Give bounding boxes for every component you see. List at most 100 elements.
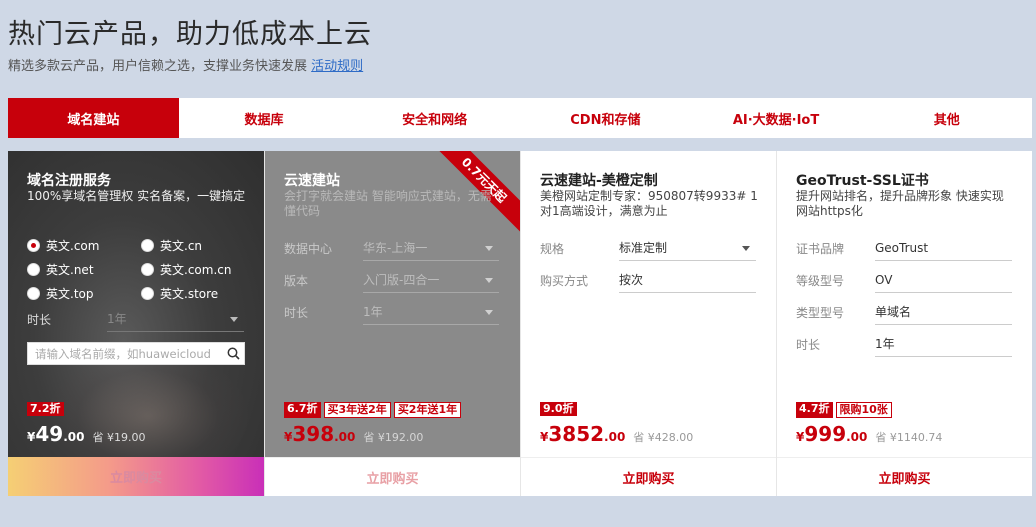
promo-badge: 买3年送2年 — [323, 402, 391, 418]
price-integer: 3852 — [548, 422, 605, 446]
card-desc: 100%享域名管理权 实名备案，一键搞定 — [27, 189, 246, 203]
chevron-down-icon — [230, 317, 238, 322]
price: ¥ 49 .00 省 ¥19.00 — [27, 422, 145, 446]
select-value: 1年 — [363, 305, 383, 319]
radio-label: .top — [70, 286, 94, 301]
tab-ai-bigdata-iot[interactable]: AI·大数据·IoT — [691, 98, 862, 138]
select-value: GeoTrust — [875, 240, 929, 255]
field-label: 时长 — [284, 305, 309, 320]
price-integer: 49 — [35, 422, 64, 446]
radio-label: .com — [70, 238, 100, 253]
purchase-method-field[interactable]: 按次 — [619, 267, 756, 293]
select-value: 按次 — [619, 273, 644, 287]
price-currency: ¥ — [540, 430, 549, 444]
cert-brand-field[interactable]: GeoTrust — [875, 235, 1012, 261]
radio-domain-com[interactable]: 英文 .com — [27, 237, 99, 254]
select-value: 1年 — [875, 337, 895, 351]
radio-dot — [27, 263, 40, 276]
card-desc: 美橙网站定制专家：950807转9933# 1对1高端设计，满意为止 — [540, 189, 758, 218]
radio-dot — [141, 263, 154, 276]
select-value: 1年 — [107, 312, 127, 326]
radio-domain-store[interactable]: 英文 .store — [141, 285, 218, 302]
discount-badge: 7.2折 — [27, 402, 64, 416]
radio-label: .store — [184, 286, 219, 301]
radio-domain-top[interactable]: 英文 .top — [27, 285, 94, 302]
radio-prefix: 英文 — [160, 287, 185, 301]
radio-domain-cn[interactable]: 英文 .cn — [141, 237, 202, 254]
select-value: OV — [875, 272, 893, 287]
duration-field[interactable]: 1年 — [875, 331, 1012, 357]
price-integer: 398 — [292, 422, 335, 446]
promo-badge: 限购10张 — [835, 402, 892, 418]
tab-domain-site[interactable]: 域名建站 — [8, 98, 179, 138]
cert-type-field[interactable]: 单域名 — [875, 299, 1012, 325]
domain-search-box — [27, 342, 245, 365]
discount-badge: 4.7折 — [796, 402, 833, 418]
domain-search-input[interactable] — [28, 343, 222, 364]
price: ¥ 999 .00 省 ¥1140.74 — [796, 422, 942, 446]
price-decimal: .00 — [334, 430, 356, 444]
duration-row: 时长 1年 — [27, 306, 244, 332]
buy-button[interactable]: 立即购买 — [521, 457, 776, 496]
field-row: 规格 标准定制 — [540, 235, 756, 261]
field-row: 证书品牌 GeoTrust — [796, 235, 1012, 261]
spec-select[interactable]: 标准定制 — [619, 235, 756, 261]
card-desc: 提升网站排名，提升品牌形象 快速实现网站https化 — [796, 189, 1004, 218]
card-title: GeoTrust-SSL证书 — [796, 173, 929, 189]
price-decimal: .00 — [604, 430, 626, 444]
discount-badges: 4.7折 限购10张 — [796, 402, 892, 418]
radio-label: .com.cn — [184, 262, 232, 277]
cert-level-field[interactable]: OV — [875, 267, 1012, 293]
radio-prefix: 英文 — [160, 239, 185, 253]
card-title: 云速建站-美橙定制 — [540, 173, 658, 189]
field-row: 类型型号 单域名 — [796, 299, 1012, 325]
buy-button[interactable]: 立即购买 — [8, 457, 264, 496]
price-decimal: .00 — [63, 430, 85, 444]
radio-domain-net[interactable]: 英文 .net — [27, 261, 94, 278]
price-currency: ¥ — [284, 430, 293, 444]
duration-select[interactable]: 1年 — [363, 299, 499, 325]
price-saving: 省 ¥428.00 — [633, 431, 694, 444]
field-label: 购买方式 — [540, 273, 589, 288]
select-value: 华东-上海一 — [363, 241, 428, 255]
field-row: 购买方式 按次 — [540, 267, 756, 293]
price-decimal: .00 — [846, 430, 868, 444]
field-label: 数据中心 — [284, 241, 333, 256]
select-value: 入门版-四合一 — [363, 273, 440, 287]
rules-link[interactable]: 活动规则 — [311, 59, 363, 74]
tab-security-network[interactable]: 安全和网络 — [349, 98, 520, 138]
chevron-down-icon — [485, 246, 493, 251]
datacenter-select[interactable]: 华东-上海一 — [363, 235, 499, 261]
field-label: 规格 — [540, 241, 565, 256]
discount-badges: 6.7折 买3年送2年 买2年送1年 — [284, 402, 462, 418]
radio-label: .net — [70, 262, 94, 277]
card-title: 域名注册服务 — [27, 173, 111, 189]
price: ¥ 3852 .00 省 ¥428.00 — [540, 422, 693, 446]
tab-cdn-storage[interactable]: CDN和存储 — [520, 98, 691, 138]
radio-domain-comcn[interactable]: 英文 .com.cn — [141, 261, 231, 278]
search-icon[interactable] — [222, 343, 244, 365]
field-label: 时长 — [27, 312, 52, 327]
radio-dot — [27, 287, 40, 300]
field-label: 证书品牌 — [796, 241, 845, 256]
edition-select[interactable]: 入门版-四合一 — [363, 267, 499, 293]
chevron-down-icon — [742, 246, 750, 251]
price-saving: 省 ¥1140.74 — [875, 431, 943, 444]
field-row: 版本 入门版-四合一 — [284, 267, 499, 293]
promo-badge: 买2年送1年 — [393, 402, 462, 418]
price: ¥ 398 .00 省 ¥192.00 — [284, 422, 423, 446]
field-label: 类型型号 — [796, 305, 845, 320]
tab-other[interactable]: 其他 — [861, 98, 1032, 138]
price-currency: ¥ — [796, 430, 805, 444]
field-label: 版本 — [284, 273, 309, 288]
field-row: 时长 1年 — [284, 299, 499, 325]
price-saving: 省 ¥19.00 — [92, 431, 146, 444]
field-label: 时长 — [796, 337, 821, 352]
duration-select[interactable]: 1年 — [107, 306, 244, 332]
tab-database[interactable]: 数据库 — [179, 98, 350, 138]
card-meicheng-custom: 云速建站-美橙定制 美橙网站定制专家：950807转9933# 1对1高端设计，… — [520, 151, 776, 496]
chevron-down-icon — [485, 278, 493, 283]
buy-button[interactable]: 立即购买 — [265, 457, 520, 496]
radio-prefix: 英文 — [46, 263, 71, 277]
buy-button[interactable]: 立即购买 — [777, 457, 1032, 496]
